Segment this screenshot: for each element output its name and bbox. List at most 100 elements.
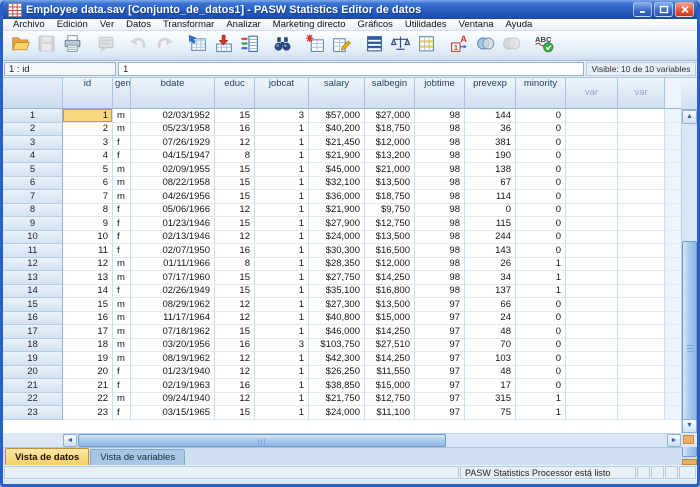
cell-11-id[interactable]: 11 bbox=[63, 244, 113, 258]
row-header-10[interactable]: 10 bbox=[3, 231, 63, 245]
cell-22-bdate[interactable]: 09/24/1940 bbox=[131, 393, 215, 407]
cell-7-prevexp[interactable]: 114 bbox=[465, 190, 516, 204]
cell-6-minority[interactable]: 0 bbox=[516, 177, 566, 191]
goto-case-button[interactable] bbox=[184, 33, 210, 59]
cell-21-var-1[interactable] bbox=[566, 379, 618, 393]
cell-16-gender[interactable]: m bbox=[113, 312, 131, 326]
cell-18-jobtime[interactable]: 97 bbox=[415, 339, 465, 353]
cell-17-salbegin[interactable]: $14,250 bbox=[365, 325, 415, 339]
cell-10-gender[interactable]: f bbox=[113, 231, 131, 245]
scroll-right-button[interactable]: ► bbox=[667, 434, 681, 447]
cell-5-salary[interactable]: $45,000 bbox=[309, 163, 365, 177]
cell-23-minority[interactable]: 1 bbox=[516, 406, 566, 420]
cell-9-educ[interactable]: 15 bbox=[215, 217, 255, 231]
cell-18-var-1[interactable] bbox=[566, 339, 618, 353]
menu-item-ver[interactable]: Ver bbox=[94, 19, 120, 31]
cell-1-var-1[interactable] bbox=[566, 109, 618, 123]
cell-2-prevexp[interactable]: 36 bbox=[465, 123, 516, 137]
cell-4-id[interactable]: 4 bbox=[63, 150, 113, 164]
cell-18-salary[interactable]: $103,750 bbox=[309, 339, 365, 353]
cell-1-bdate[interactable]: 02/03/1952 bbox=[131, 109, 215, 123]
cell-11-var-2[interactable] bbox=[618, 244, 665, 258]
cell-5-prevexp[interactable]: 138 bbox=[465, 163, 516, 177]
cell-14-var-1[interactable] bbox=[566, 285, 618, 299]
cell-18-minority[interactable]: 0 bbox=[516, 339, 566, 353]
cell-19-jobcat[interactable]: 1 bbox=[255, 352, 309, 366]
cell-15-var-2[interactable] bbox=[618, 298, 665, 312]
cell-12-salbegin[interactable]: $12,000 bbox=[365, 258, 415, 272]
cell-14-jobcat[interactable]: 1 bbox=[255, 285, 309, 299]
cell-20-id[interactable]: 20 bbox=[63, 366, 113, 380]
cell-14-jobtime[interactable]: 98 bbox=[415, 285, 465, 299]
cell-20-var-1[interactable] bbox=[566, 366, 618, 380]
row-header-17[interactable]: 17 bbox=[3, 325, 63, 339]
cell-21-salbegin[interactable]: $15,000 bbox=[365, 379, 415, 393]
cell-16-var-1[interactable] bbox=[566, 312, 618, 326]
cell-23-jobtime[interactable]: 97 bbox=[415, 406, 465, 420]
cell-12-minority[interactable]: 1 bbox=[516, 258, 566, 272]
cell-12-bdate[interactable]: 01/11/1966 bbox=[131, 258, 215, 272]
cell-18-gender[interactable]: m bbox=[113, 339, 131, 353]
cell-10-jobtime[interactable]: 98 bbox=[415, 231, 465, 245]
corner-cell[interactable] bbox=[3, 78, 63, 109]
cell-21-minority[interactable]: 0 bbox=[516, 379, 566, 393]
column-header-bdate[interactable]: bdate bbox=[131, 78, 215, 109]
cell-11-bdate[interactable]: 02/07/1950 bbox=[131, 244, 215, 258]
cell-7-jobtime[interactable]: 98 bbox=[415, 190, 465, 204]
cell-6-salary[interactable]: $32,100 bbox=[309, 177, 365, 191]
cell-16-jobtime[interactable]: 97 bbox=[415, 312, 465, 326]
cell-20-jobcat[interactable]: 1 bbox=[255, 366, 309, 380]
variables-button[interactable] bbox=[236, 33, 262, 59]
cell-7-salbegin[interactable]: $18,750 bbox=[365, 190, 415, 204]
cell-10-salbegin[interactable]: $13,500 bbox=[365, 231, 415, 245]
cell-16-id[interactable]: 16 bbox=[63, 312, 113, 326]
cell-15-id[interactable]: 15 bbox=[63, 298, 113, 312]
cell-13-prevexp[interactable]: 34 bbox=[465, 271, 516, 285]
cell-5-var-2[interactable] bbox=[618, 163, 665, 177]
cell-18-salbegin[interactable]: $27,510 bbox=[365, 339, 415, 353]
cell-10-var-1[interactable] bbox=[566, 231, 618, 245]
cell-15-prevexp[interactable]: 66 bbox=[465, 298, 516, 312]
cell-19-prevexp[interactable]: 103 bbox=[465, 352, 516, 366]
close-button[interactable] bbox=[675, 2, 694, 17]
cell-17-var-1[interactable] bbox=[566, 325, 618, 339]
menu-item-archivo[interactable]: Archivo bbox=[7, 19, 51, 31]
cell-4-educ[interactable]: 8 bbox=[215, 150, 255, 164]
column-header-var-1[interactable]: var bbox=[566, 78, 618, 109]
tab-vista-de-variables[interactable]: Vista de variables bbox=[90, 449, 185, 465]
cell-5-gender[interactable]: m bbox=[113, 163, 131, 177]
row-header-11[interactable]: 11 bbox=[3, 244, 63, 258]
cell-4-bdate[interactable]: 04/15/1947 bbox=[131, 150, 215, 164]
cell-3-salary[interactable]: $21,450 bbox=[309, 136, 365, 150]
cell-9-prevexp[interactable]: 115 bbox=[465, 217, 516, 231]
column-header-educ[interactable]: educ bbox=[215, 78, 255, 109]
cell-9-gender[interactable]: f bbox=[113, 217, 131, 231]
cell-9-var-2[interactable] bbox=[618, 217, 665, 231]
insert-variable-button[interactable] bbox=[328, 33, 354, 59]
value-labels-button[interactable]: 1A bbox=[446, 33, 472, 59]
use-variable-sets-button[interactable] bbox=[472, 33, 498, 59]
row-header-15[interactable]: 15 bbox=[3, 298, 63, 312]
cell-5-minority[interactable]: 0 bbox=[516, 163, 566, 177]
cell-15-educ[interactable]: 12 bbox=[215, 298, 255, 312]
cell-18-id[interactable]: 18 bbox=[63, 339, 113, 353]
column-header-var-2[interactable]: var bbox=[618, 78, 665, 109]
cell-15-bdate[interactable]: 08/29/1962 bbox=[131, 298, 215, 312]
cell-17-var-2[interactable] bbox=[618, 325, 665, 339]
cell-23-prevexp[interactable]: 75 bbox=[465, 406, 516, 420]
cell-7-salary[interactable]: $36,000 bbox=[309, 190, 365, 204]
cell-12-jobtime[interactable]: 98 bbox=[415, 258, 465, 272]
cell-3-gender[interactable]: f bbox=[113, 136, 131, 150]
cell-1-jobcat[interactable]: 3 bbox=[255, 109, 309, 123]
cell-7-bdate[interactable]: 04/26/1956 bbox=[131, 190, 215, 204]
cell-6-jobcat[interactable]: 1 bbox=[255, 177, 309, 191]
cell-19-gender[interactable]: m bbox=[113, 352, 131, 366]
cell-20-jobtime[interactable]: 97 bbox=[415, 366, 465, 380]
cell-12-prevexp[interactable]: 26 bbox=[465, 258, 516, 272]
cell-19-salbegin[interactable]: $14,250 bbox=[365, 352, 415, 366]
cell-2-minority[interactable]: 0 bbox=[516, 123, 566, 137]
cell-3-var-1[interactable] bbox=[566, 136, 618, 150]
cell-1-jobtime[interactable]: 98 bbox=[415, 109, 465, 123]
cell-7-minority[interactable]: 0 bbox=[516, 190, 566, 204]
cell-12-salary[interactable]: $28,350 bbox=[309, 258, 365, 272]
